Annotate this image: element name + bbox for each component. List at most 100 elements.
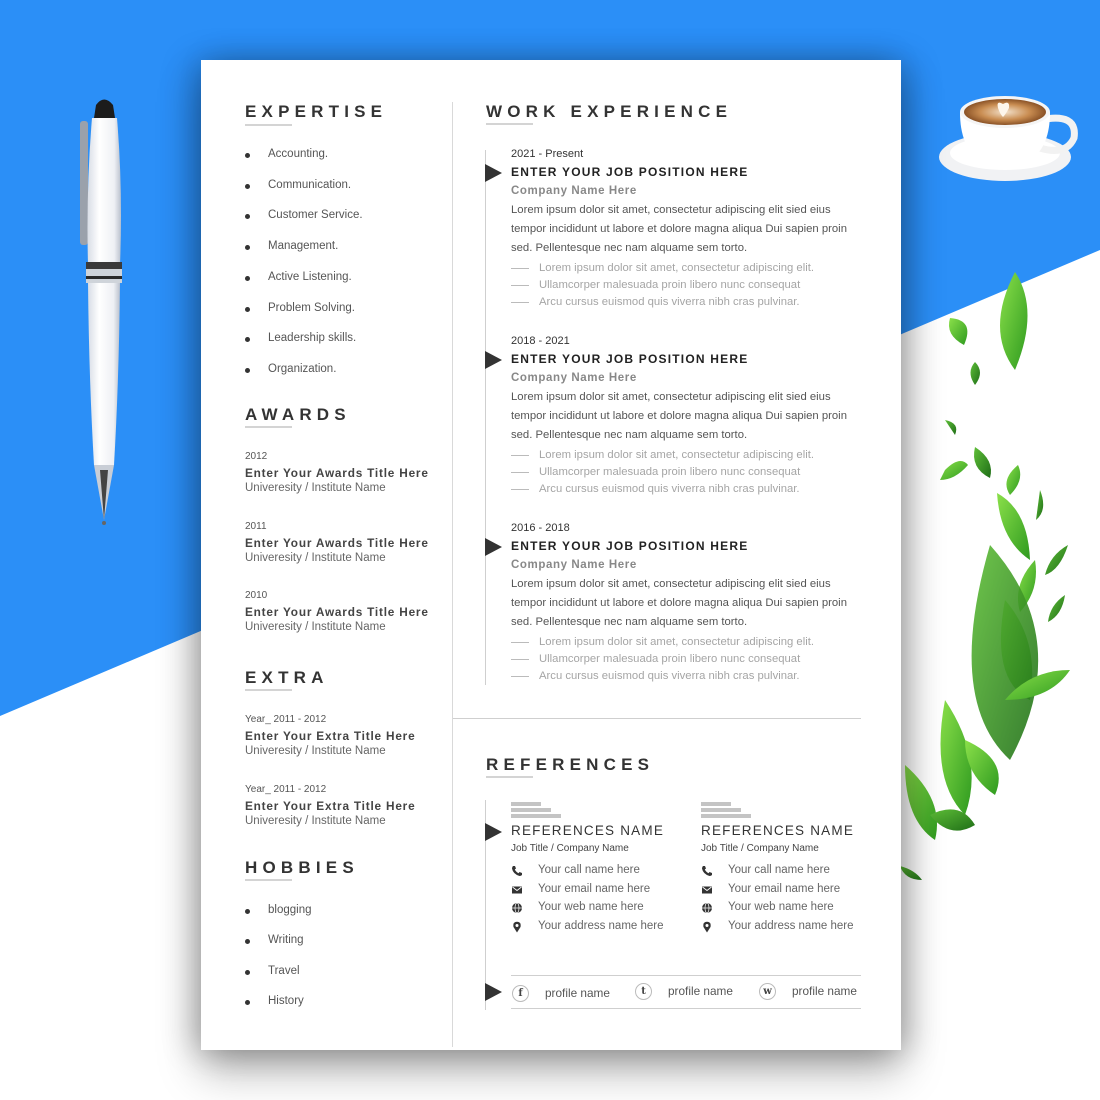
job-description: Lorem ipsum dolor sit amet, consectetur … — [511, 204, 847, 254]
reference-address: Your address name here — [511, 920, 681, 939]
hobbies-item-label: blogging — [268, 904, 312, 916]
awards-title: Enter Your Awards Title Here — [245, 605, 429, 619]
extra-title: Enter Your Extra Title Here — [245, 798, 416, 813]
extra-underline — [245, 689, 292, 691]
job-position: ENTER YOUR JOB POSITION HERE — [511, 165, 749, 179]
awards-institute: Univeresity / Institute Name — [245, 621, 386, 633]
references-underline — [486, 776, 533, 778]
awards-year: 2010 — [245, 590, 268, 601]
bullet-icon — [245, 275, 250, 281]
job-point-text: Ullamcorper malesuada proin libero nunc … — [539, 653, 801, 665]
hobbies-item-label: Travel — [268, 964, 300, 977]
job-company: Company Name Here — [511, 372, 637, 384]
awards-year: 2012 — [245, 451, 268, 462]
awards-heading: AWARDS — [245, 405, 351, 424]
twitter-icon[interactable]: t — [635, 983, 652, 1000]
reference-address-text: Your address name here — [538, 919, 664, 932]
awards-title: Enter Your Awards Title Here — [245, 535, 429, 550]
decoration-bar — [701, 814, 751, 818]
dash-icon — [511, 268, 529, 269]
decoration-bar — [511, 814, 561, 818]
dash-icon — [511, 302, 529, 303]
hobbies-item-label: History — [268, 994, 304, 1007]
reference-web-text: Your web name here — [728, 901, 834, 913]
job-entry: 2018 - 2021 ENTER YOUR JOB POSITION HERE C… — [511, 335, 871, 498]
decoration-bar — [511, 808, 551, 812]
dash-icon — [511, 285, 529, 286]
decoration-bar — [701, 808, 741, 812]
phone-icon — [511, 865, 523, 877]
bullet-icon — [245, 909, 250, 914]
awards-year: 2011 — [245, 520, 267, 532]
social-profile-name[interactable]: profile name — [668, 984, 733, 998]
reference-card: REFERENCES NAME Job Title / Company Name Y… — [511, 802, 681, 938]
bullet-icon — [245, 939, 250, 945]
job-description: Lorem ipsum dolor sit amet, consectetur … — [511, 391, 847, 441]
expertise-item-label: Communication. — [268, 178, 352, 191]
social-profile-name[interactable]: profile name — [545, 986, 610, 1000]
job-point-text: Arcu cursus euismod quis viverra nibh cr… — [539, 483, 800, 495]
reference-call: Your call name here — [701, 864, 871, 883]
expertise-item-label: Problem Solving. — [268, 301, 355, 314]
job-points-list: Lorem ipsum dolor sit amet, consectetur … — [511, 260, 871, 311]
job-description: Lorem ipsum dolor sit amet, consectetur … — [511, 578, 847, 628]
job-date: 2016 - 2018 — [511, 522, 570, 534]
job-entry: 2021 - Present ENTER YOUR JOB POSITION HE… — [511, 148, 871, 311]
reference-web: Your web name here — [511, 901, 681, 920]
expertise-item-label: Management. — [268, 240, 339, 253]
bullet-icon — [245, 214, 250, 220]
location-pin-icon — [701, 921, 713, 933]
section-divider — [453, 718, 861, 719]
extra-title: Enter Your Extra Title Here — [245, 729, 416, 743]
job-point: Lorem ipsum dolor sit amet, consectetur … — [511, 260, 871, 277]
decoration-bar — [511, 802, 541, 806]
work-experience-heading: WORK EXPERIENCE — [486, 102, 733, 121]
email-icon — [511, 884, 523, 896]
dash-icon — [511, 659, 529, 660]
expertise-heading: EXPERTISE — [245, 102, 388, 121]
social-profile-name[interactable]: profile name — [792, 984, 857, 998]
social-top-divider — [511, 975, 861, 976]
job-point: Ullamcorper malesuada proin libero nunc … — [511, 464, 871, 481]
extra-heading: EXTRA — [245, 668, 329, 687]
awards-institute: Univeresity / Institute Name — [245, 551, 386, 564]
job-point: Arcu cursus euismod quis viverra nibh cr… — [511, 668, 871, 685]
job-point: Ullamcorper malesuada proin libero nunc … — [511, 277, 871, 294]
expertise-item-label: Leadership skills. — [268, 332, 357, 345]
job-point: Ullamcorper malesuada proin libero nunc … — [511, 651, 871, 668]
email-icon — [701, 884, 713, 896]
expertise-item-label: Customer Service. — [268, 209, 363, 222]
phone-icon — [701, 865, 713, 877]
reference-card: REFERENCES NAME Job Title / Company Name Y… — [701, 802, 871, 938]
leaves-icon — [900, 272, 1070, 880]
decoration-bar — [701, 802, 731, 806]
job-points-list: Lorem ipsum dolor sit amet, consectetur … — [511, 447, 871, 498]
extra-institute: Univeresity / Institute Name — [245, 745, 386, 757]
expertise-underline — [245, 124, 292, 126]
facebook-icon[interactable]: f — [512, 985, 529, 1002]
dash-icon — [511, 472, 529, 473]
bullet-icon — [245, 999, 250, 1005]
job-point: Arcu cursus euismod quis viverra nibh cr… — [511, 294, 871, 311]
job-point: Lorem ipsum dolor sit amet, consectetur … — [511, 447, 871, 464]
reference-email: Your email name here — [511, 883, 681, 902]
reference-call-text: Your call name here — [538, 864, 640, 876]
expertise-item-label: Accounting. — [268, 148, 329, 160]
reference-decoration-bars — [701, 802, 871, 818]
job-point-text: Ullamcorper malesuada proin libero nunc … — [539, 279, 801, 291]
job-date: 2018 - 2021 — [511, 335, 570, 347]
reference-decoration-bars — [511, 802, 681, 818]
extra-year: Year_ 2011 - 2012 — [245, 783, 327, 795]
job-arrow-icon — [485, 351, 502, 369]
job-point-text: Lorem ipsum dolor sit amet, consectetur … — [539, 262, 815, 274]
job-arrow-icon — [485, 164, 502, 182]
dash-icon — [511, 642, 529, 643]
references-heading: REFERENCES — [486, 755, 655, 774]
globe-icon — [701, 902, 713, 914]
reference-address-text: Your address name here — [728, 919, 854, 932]
job-point-text: Arcu cursus euismod quis viverra nibh cr… — [539, 296, 800, 308]
job-points-list: Lorem ipsum dolor sit amet, consectetur … — [511, 634, 871, 685]
bullet-icon — [245, 969, 250, 975]
job-date: 2021 - Present — [511, 148, 584, 160]
website-icon[interactable]: w — [759, 983, 776, 1000]
